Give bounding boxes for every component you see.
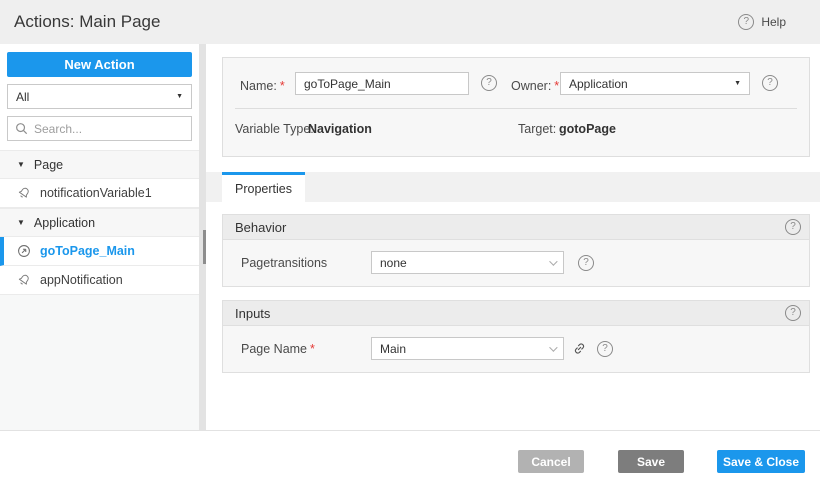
navigation-circle-icon — [17, 244, 31, 258]
actions-sidebar: New Action All ▼ ▼ Page — [0, 44, 199, 430]
tree-group-label: Application — [33, 215, 96, 230]
tree-item-label: goToPage_Main — [40, 244, 135, 258]
bind-link-button[interactable] — [572, 341, 588, 357]
save-and-close-button[interactable]: Save & Close — [717, 450, 805, 473]
owner-label: Owner: * — [511, 79, 560, 93]
tab-properties[interactable]: Properties — [222, 172, 305, 202]
section-title: Behavior — [235, 219, 287, 235]
inputs-help-icon[interactable]: ? — [785, 305, 801, 321]
page-name-select[interactable]: Main — [371, 337, 564, 360]
target-value: gotoPage — [559, 122, 616, 136]
sidebar-scrollbar[interactable] — [199, 44, 206, 430]
tree-item-notificationvariable1[interactable]: notificationVariable1 — [0, 179, 199, 208]
name-label: Name: * — [240, 79, 285, 93]
pagetransitions-value: none — [380, 255, 407, 270]
search-icon — [16, 123, 28, 135]
sidebar-controls: New Action All ▼ — [0, 44, 199, 150]
page-title: Actions: Main Page — [14, 12, 161, 31]
chevron-down-icon — [549, 342, 558, 352]
behavior-section-body: Pagetransitions none ? — [222, 240, 810, 287]
filter-dropdown[interactable]: All ▼ — [7, 84, 192, 109]
behavior-section-header: Behavior ? — [222, 214, 810, 240]
tree-group-label: Page — [33, 157, 64, 172]
page-name-value: Main — [380, 341, 407, 356]
owner-help-icon[interactable]: ? — [762, 75, 778, 91]
help-button[interactable]: ? Help — [738, 14, 786, 30]
dropdown-arrow-icon: ▼ — [734, 80, 741, 87]
name-input[interactable] — [295, 72, 469, 95]
tree-item-label: appNotification — [40, 273, 123, 287]
tree-item-gotopage-main[interactable]: goToPage_Main — [0, 237, 199, 266]
behavior-section: Behavior ? Pagetransitions none ? — [222, 214, 810, 287]
target-label: Target: — [518, 122, 557, 136]
collapse-arrow-icon: ▼ — [17, 160, 25, 169]
action-detail-panel: Name:* ? Owner:* Application ▼ ? Variabl… — [206, 44, 820, 430]
search-input[interactable] — [34, 121, 184, 136]
variable-type-value: Navigation — [308, 122, 372, 136]
filter-value: All — [16, 89, 30, 104]
dropdown-arrow-icon: ▼ — [176, 93, 183, 100]
actions-editor-window: Actions: Main Page ? Help New Action All… — [0, 0, 820, 488]
required-asterisk: * — [310, 342, 315, 356]
cancel-button[interactable]: Cancel — [518, 450, 584, 473]
section-title: Inputs — [235, 305, 271, 321]
required-asterisk: * — [279, 79, 285, 93]
action-summary-card: Name:* ? Owner:* Application ▼ ? Variabl… — [222, 57, 810, 157]
dialog-header: Actions: Main Page ? Help — [0, 0, 820, 44]
bell-icon — [17, 186, 31, 200]
link-icon — [574, 343, 585, 354]
collapse-arrow-icon: ▼ — [17, 218, 25, 227]
actions-tree: ▼ Page notificationVariable1 ▼ Applicati… — [0, 150, 199, 295]
tree-group-application[interactable]: ▼ Application — [0, 208, 199, 237]
tree-item-label: notificationVariable1 — [40, 186, 152, 200]
dialog-footer: Cancel Save Save & Close — [0, 430, 820, 488]
owner-select[interactable]: Application ▼ — [560, 72, 750, 95]
pagetransitions-label: Pagetransitions — [241, 256, 328, 270]
tree-group-page[interactable]: ▼ Page — [0, 150, 199, 179]
inputs-section: Inputs ? Page Name * Main ? — [222, 300, 810, 373]
tree-item-appnotification[interactable]: appNotification — [0, 266, 199, 295]
bell-icon — [17, 273, 31, 287]
page-name-label: Page Name * — [241, 342, 315, 356]
tab-bar: Properties — [206, 172, 820, 202]
owner-value: Application — [569, 76, 628, 91]
save-button[interactable]: Save — [618, 450, 684, 473]
name-help-icon[interactable]: ? — [481, 75, 497, 91]
required-asterisk: * — [554, 79, 560, 93]
search-box[interactable] — [7, 116, 192, 141]
variable-type-label: Variable Type: — [235, 122, 314, 136]
chevron-down-icon — [549, 256, 558, 266]
card-divider — [235, 108, 797, 109]
new-action-button[interactable]: New Action — [7, 52, 192, 77]
pagetransitions-help-icon[interactable]: ? — [578, 255, 594, 271]
help-label: Help — [761, 15, 786, 29]
page-name-help-icon[interactable]: ? — [597, 341, 613, 357]
inputs-section-body: Page Name * Main ? — [222, 326, 810, 373]
inputs-section-header: Inputs ? — [222, 300, 810, 326]
pagetransitions-select[interactable]: none — [371, 251, 564, 274]
help-icon: ? — [738, 14, 755, 30]
behavior-help-icon[interactable]: ? — [785, 219, 801, 235]
